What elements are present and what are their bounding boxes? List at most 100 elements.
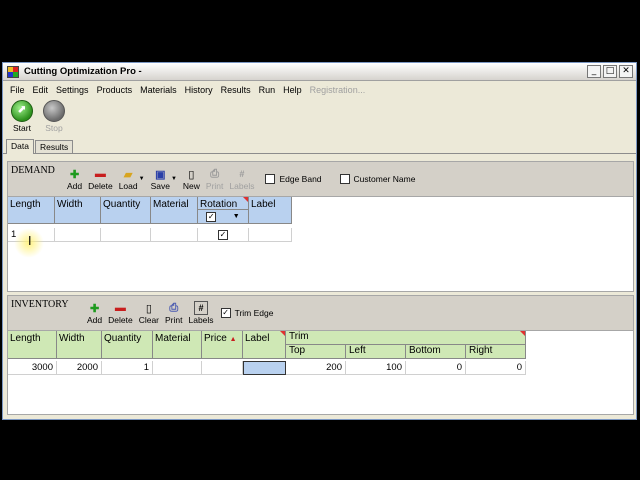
stop-button[interactable]: Stop (38, 98, 70, 138)
demand-delete-label: Delete (88, 181, 113, 191)
tab-results[interactable]: Results (34, 140, 74, 153)
minimize-button[interactable]: _ (587, 65, 601, 78)
demand-toolbar: DEMAND ✚ Add ▬ Delete ▰ Load ▼ ▣ Save ▼ … (7, 161, 634, 197)
demand-delete-button[interactable]: ▬ Delete (85, 167, 116, 191)
menu-bar: File Edit Settings Products Materials Hi… (3, 81, 636, 98)
menu-products[interactable]: Products (93, 85, 137, 95)
inventory-col-label[interactable]: Label (243, 331, 286, 359)
trim-col-right[interactable]: Right (466, 345, 526, 359)
inventory-cell-trim-left[interactable]: 100 (346, 361, 406, 375)
load-dropdown-icon[interactable]: ▼ (139, 176, 145, 182)
inventory-cell-material[interactable] (153, 361, 202, 375)
minus-icon: ▬ (114, 302, 126, 314)
demand-new-button[interactable]: ▯ New (180, 167, 203, 192)
menu-history[interactable]: History (181, 85, 217, 95)
printer-icon: ⎙ (210, 167, 220, 180)
edge-band-checkbox[interactable]: Edge Band (265, 174, 322, 184)
inventory-add-button[interactable]: ✚ Add (84, 301, 105, 326)
tab-data[interactable]: Data (6, 139, 34, 154)
inventory-cell-trim-bottom[interactable]: 0 (406, 361, 466, 375)
demand-cell-label[interactable] (249, 228, 292, 242)
inventory-cell-trim-right[interactable]: 0 (466, 361, 526, 375)
inventory-col-length[interactable]: Length (8, 331, 57, 359)
menu-edit[interactable]: Edit (29, 85, 53, 95)
sort-arrow-icon: ▲ (229, 336, 237, 343)
demand-cell-rotation[interactable]: ✓ (198, 228, 249, 242)
table-row: 1 ✓ (8, 228, 633, 242)
trim-col-top[interactable]: Top (286, 345, 346, 359)
demand-col-label[interactable]: Label (249, 197, 292, 224)
plus-icon: ✚ (69, 168, 80, 181)
stop-label: Stop (45, 123, 63, 133)
new-document-icon: ▯ (188, 168, 195, 181)
demand-col-material[interactable]: Material (151, 197, 198, 224)
table-row: 3000 2000 1 200 100 0 0 (8, 361, 633, 375)
demand-cell-material[interactable] (151, 228, 198, 242)
inventory-col-material[interactable]: Material (153, 331, 202, 359)
customer-name-checkbox[interactable]: Customer Name (339, 174, 416, 184)
inventory-print-button[interactable]: ⎙ Print (162, 301, 185, 326)
inventory-cell-length[interactable]: 3000 (8, 361, 57, 375)
labels-icon: # (194, 301, 209, 315)
save-dropdown-icon[interactable]: ▼ (171, 176, 177, 182)
close-button[interactable]: ✕ (619, 65, 633, 78)
demand-print-button[interactable]: ⎙ Print (203, 167, 226, 192)
inventory-cell-price[interactable] (202, 361, 243, 375)
trim-col-bottom[interactable]: Bottom (406, 345, 466, 359)
demand-section: DEMAND ✚ Add ▬ Delete ▰ Load ▼ ▣ Save ▼ … (7, 161, 634, 292)
customer-name-label: Customer Name (353, 174, 416, 184)
inventory-clear-button[interactable]: ▯ Clear (136, 301, 162, 326)
inventory-delete-label: Delete (108, 315, 133, 325)
inventory-col-price[interactable]: Price ▲ (202, 331, 243, 359)
edge-band-label: Edge Band (279, 174, 322, 184)
plus-icon: ✚ (89, 302, 100, 315)
menu-run[interactable]: Run (255, 85, 280, 95)
demand-labels-button[interactable]: # Labels (226, 167, 257, 191)
start-button[interactable]: Start (6, 98, 38, 138)
floppy-icon: ▣ (155, 168, 166, 181)
demand-add-button[interactable]: ✚ Add (64, 167, 85, 192)
inventory-cell-quantity[interactable]: 1 (102, 361, 153, 375)
tab-strip: Data Results (3, 138, 636, 154)
menu-registration[interactable]: Registration... (306, 85, 370, 95)
inventory-cell-width[interactable]: 2000 (57, 361, 102, 375)
demand-save-button[interactable]: ▣ Save (148, 167, 173, 192)
inventory-col-quantity[interactable]: Quantity (102, 331, 153, 359)
maximize-button[interactable]: □ (603, 65, 617, 78)
trim-edge-checkbox[interactable]: ✓ Trim Edge (220, 308, 274, 318)
demand-cell-width[interactable] (55, 228, 101, 242)
demand-col-quantity[interactable]: Quantity (101, 197, 151, 224)
inventory-col-width[interactable]: Width (57, 331, 102, 359)
title-bar[interactable]: Cutting Optimization Pro - _ □ ✕ (3, 63, 636, 81)
demand-cell-quantity[interactable] (101, 228, 151, 242)
inventory-print-label: Print (165, 315, 183, 325)
demand-header-row: Length Width Quantity Material Rotation … (8, 197, 633, 224)
labels-icon: # (239, 169, 245, 179)
inventory-toolbar: INVENTORY ✚ Add ▬ Delete ▯ Clear ⎙ Print… (7, 295, 634, 331)
demand-col-length[interactable]: Length (8, 197, 55, 224)
demand-load-button[interactable]: ▰ Load (116, 167, 141, 192)
window-title: Cutting Optimization Pro - (24, 66, 142, 77)
menu-help[interactable]: Help (279, 85, 306, 95)
inventory-delete-button[interactable]: ▬ Delete (105, 301, 136, 325)
rotation-dropdown-icon[interactable]: ▼ (233, 213, 240, 220)
demand-col-rotation[interactable]: Rotation ✓ ▼ (198, 197, 249, 224)
rotation-checkbox: ✓ (218, 229, 228, 240)
menu-results[interactable]: Results (217, 85, 255, 95)
menu-settings[interactable]: Settings (52, 85, 93, 95)
inventory-labels-label: Labels (188, 315, 214, 325)
menu-materials[interactable]: Materials (136, 85, 181, 95)
rotation-all-checkbox[interactable]: ✓ (206, 211, 217, 222)
demand-print-label: Print (205, 181, 224, 191)
start-label: Start (13, 123, 31, 133)
demand-col-width[interactable]: Width (55, 197, 101, 224)
inventory-cell-trim-top[interactable]: 200 (286, 361, 346, 375)
demand-title: DEMAND (11, 165, 55, 176)
menu-file[interactable]: File (6, 85, 29, 95)
trim-col-left[interactable]: Left (346, 345, 406, 359)
inventory-labels-button[interactable]: # Labels (186, 301, 217, 325)
trim-edge-label: Trim Edge (234, 308, 274, 318)
trim-header[interactable]: Trim (286, 331, 526, 345)
inventory-cell-label-selected[interactable] (243, 361, 286, 375)
customer-name-box (339, 174, 350, 184)
